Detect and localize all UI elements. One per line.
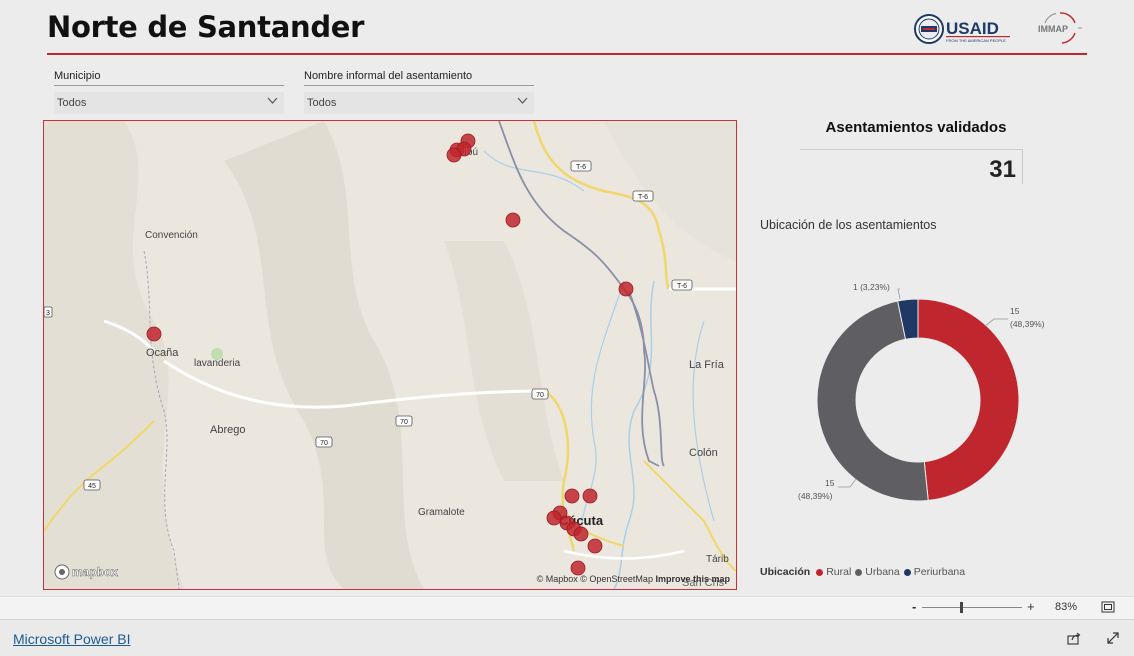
periurbana-data-label: 1 (3,23%) [853,282,890,292]
fullscreen-icon[interactable] [1106,631,1120,645]
page-title: Norte de Santander [47,10,365,44]
legend-label-urbana: Urbana [865,566,900,578]
improve-map-link[interactable]: Improve this map [655,574,730,584]
zoom-in-button[interactable]: + [1027,599,1035,614]
road-shield: T-6 [671,279,693,291]
immap-logo: IMMAP [1038,12,1082,44]
leader-line [838,478,857,488]
rural-data-label-pct: (48,39%) [1010,319,1045,329]
urbana-dot [855,568,863,576]
settlement-marker[interactable] [618,281,634,297]
road-shield: 3 [44,306,53,318]
donut-title: Ubicación de los asentamientos [760,218,937,232]
card-title: Asentamientos validados [825,119,1007,136]
settlement-marker[interactable] [573,526,589,542]
settlement-marker[interactable] [446,147,462,163]
usaid-subtext: FROM THE AMERICAN PEOPLE [946,38,1006,43]
zoom-level: 83% [1055,601,1078,613]
svg-text:mapbox: mapbox [72,565,118,579]
place-label: Convención [145,230,198,241]
road-shield: 70 [395,415,413,427]
road-shield: T-6 [632,190,654,202]
place-label: Abrego [210,424,245,436]
asentamiento-slicer: Nombre informal del asentamiento Todos [304,70,534,114]
attribution-text[interactable]: © Mapbox © OpenStreetMap [537,574,653,584]
leader-line [897,288,901,300]
municipio-dropdown[interactable]: Todos [54,92,284,114]
place-label: Gramalote [418,507,465,518]
kpi-value: 31 [989,156,1016,183]
settlements-map[interactable]: T-6 T-6 T-6 70 70 70 45 3 Convención Oca… [43,120,737,590]
legend-label-rural: Rural [826,566,852,578]
svg-text:70: 70 [400,419,408,426]
svg-text:T-6: T-6 [677,283,687,290]
settlement-marker[interactable] [570,560,586,576]
asentamiento-label: Nombre informal del asentamiento [304,70,534,86]
share-icon[interactable] [1067,631,1081,645]
power-bi-link[interactable]: Microsoft Power BI [13,631,130,647]
title-divider [47,53,1087,55]
settlement-marker[interactable] [587,538,603,554]
rural-data-label-count: 15 [1010,306,1020,316]
place-label: Tárib [706,554,729,565]
settlement-marker[interactable] [546,510,562,526]
settlement-marker[interactable] [505,212,521,228]
fit-to-page-icon[interactable] [1101,601,1115,613]
legend-item-urbana[interactable]: Urbana [855,566,900,578]
legend-label-periurbana: Periurbana [913,566,966,578]
svg-text:T-6: T-6 [638,194,648,201]
footer: Microsoft Power BI [0,619,1134,656]
road-shield: T-6 [570,160,592,172]
zoom-out-button[interactable]: - [912,599,916,614]
settlement-marker[interactable] [582,488,598,504]
mapbox-logo[interactable]: mapbox [54,564,119,580]
svg-text:70: 70 [536,392,544,399]
urbana-data-label-pct: (48,39%) [798,491,833,501]
urbana-data-label-count: 15 [825,478,835,488]
svg-text:T-6: T-6 [576,164,586,171]
municipio-value: Todos [57,97,87,109]
zoom-slider-thumb[interactable] [960,602,963,613]
place-label: Colón [689,447,718,459]
donut-chart[interactable]: 1 (3,23%) 15 (48,39%) 15 (48,39%) [760,240,1100,560]
svg-text:70: 70 [320,440,328,447]
chevron-down-icon [517,97,528,104]
map-marker-other[interactable] [211,348,223,360]
chevron-down-icon [267,97,278,104]
municipio-label: Municipio [54,70,284,86]
svg-text:45: 45 [88,483,96,490]
zoom-bar: - + 83% [0,596,1134,619]
usaid-text: USAID [946,19,999,38]
kpi-card: 31 [800,149,1023,184]
asentamiento-dropdown[interactable]: Todos [304,92,534,114]
place-label: Ocaña [146,347,179,359]
svg-text:3: 3 [46,310,50,317]
report-canvas: Norte de Santander USAID FROM THE AMERIC… [0,0,1134,596]
settlement-marker[interactable] [564,488,580,504]
usaid-logo: USAID FROM THE AMERICAN PEOPLE [914,14,1010,44]
place-label: La Fría [689,359,725,371]
road-shield: 70 [315,436,333,448]
zoom-slider[interactable] [922,602,1022,613]
map-attribution: © Mapbox © OpenStreetMap Improve this ma… [537,574,730,584]
donut-slice-rural[interactable] [917,298,1020,502]
rural-dot [816,568,824,576]
donut-legend: Ubicación Rural Urbana Periurbana [760,566,969,578]
asentamiento-value: Todos [307,97,337,109]
immap-text: IMMAP [1038,24,1068,34]
legend-item-rural[interactable]: Rural [816,566,851,578]
leader-line [984,318,1008,327]
periurbana-dot [903,568,911,576]
settlement-marker[interactable] [146,326,162,342]
legend-title: Ubicación [760,566,811,578]
road-shield: 45 [83,479,101,491]
legend-item-periurbana[interactable]: Periurbana [903,566,966,578]
map-canvas[interactable]: T-6 T-6 T-6 70 70 70 45 3 Convención Oca… [44,121,736,589]
road-shield: 70 [531,388,549,400]
municipio-slicer: Municipio Todos [54,70,284,114]
